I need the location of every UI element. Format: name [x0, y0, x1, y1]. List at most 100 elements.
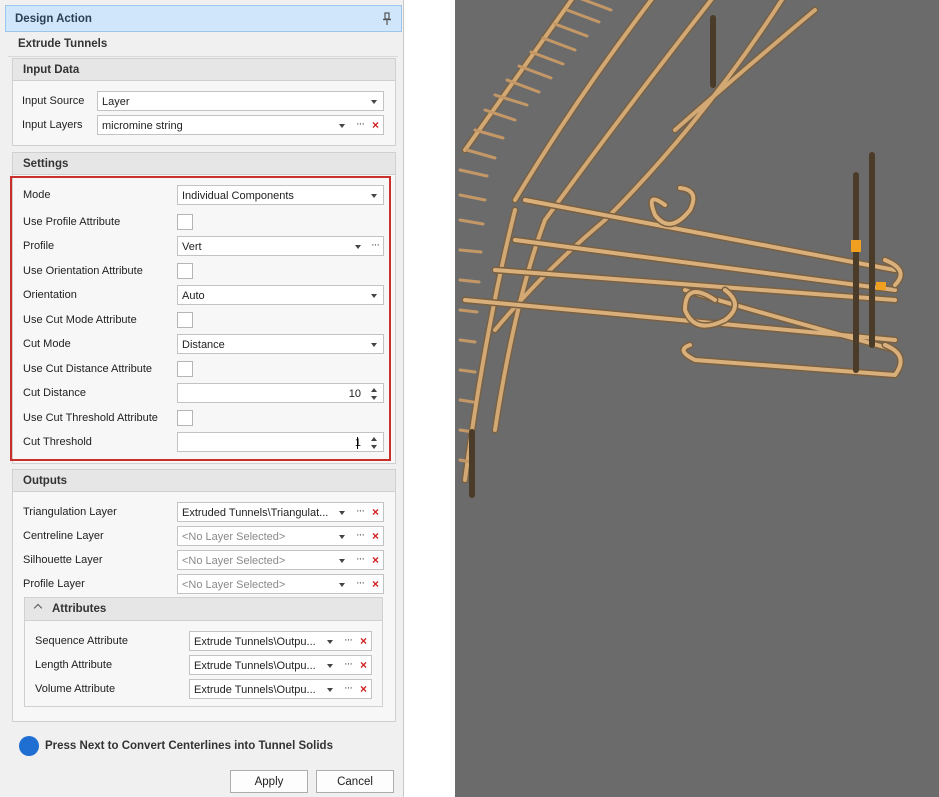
mode-select[interactable]: Individual Components: [177, 185, 384, 205]
profile-select[interactable]: Vert ···: [177, 236, 384, 256]
close-icon[interactable]: ×: [360, 658, 367, 672]
chevron-down-icon[interactable]: [339, 124, 345, 128]
text-caret: [357, 437, 358, 449]
profile-layer-row: Profile Layer <No Layer Selected> ··· ×: [12, 574, 396, 594]
ellipsis-icon[interactable]: ···: [356, 118, 365, 130]
cut-distance-value: 10: [348, 388, 361, 400]
spin-up-icon[interactable]: [371, 437, 377, 441]
panel-title: Design Action: [15, 13, 92, 25]
volume-attr-value: Extrude Tunnels\Outpu...: [194, 684, 316, 696]
input-layers-select[interactable]: micromine string ··· ×: [97, 115, 384, 135]
mode-row: Mode Individual Components: [12, 185, 396, 205]
cut-distance-label: Cut Distance: [23, 387, 86, 399]
use-cut-distance-attr-row: Use Cut Distance Attribute: [12, 359, 396, 379]
selected-marker: [876, 282, 886, 290]
input-layers-label: Input Layers: [22, 119, 83, 131]
cut-distance-row: Cut Distance 10: [12, 383, 396, 403]
input-data-header: Input Data: [13, 59, 395, 81]
chevron-down-icon[interactable]: [327, 640, 333, 644]
chevron-down-icon[interactable]: [339, 511, 345, 515]
input-source-row: Input Source Layer: [12, 91, 396, 111]
chevron-down-icon[interactable]: [371, 194, 377, 198]
triangulation-select[interactable]: Extruded Tunnels\Triangulat... ··· ×: [177, 502, 384, 522]
cut-mode-select[interactable]: Distance: [177, 334, 384, 354]
close-icon[interactable]: ×: [372, 505, 379, 519]
profile-layer-select[interactable]: <No Layer Selected> ··· ×: [177, 574, 384, 594]
silhouette-label: Silhouette Layer: [23, 554, 103, 566]
chevron-down-icon[interactable]: [371, 343, 377, 347]
input-layers-value: micromine string: [102, 120, 183, 132]
chevron-down-icon[interactable]: [327, 664, 333, 668]
cancel-button[interactable]: Cancel: [316, 770, 394, 793]
length-attr-value: Extrude Tunnels\Outpu...: [194, 660, 316, 672]
pin-icon[interactable]: [382, 12, 392, 26]
info-message: Press Next to Convert Centerlines into T…: [45, 740, 333, 752]
ellipsis-icon[interactable]: ···: [356, 529, 365, 541]
use-orientation-attr-checkbox[interactable]: [177, 263, 193, 279]
ellipsis-icon[interactable]: ···: [356, 505, 365, 517]
volume-attr-label: Volume Attribute: [35, 683, 116, 695]
use-cut-threshold-attr-row: Use Cut Threshold Attribute: [12, 408, 396, 428]
centreline-label: Centreline Layer: [23, 530, 104, 542]
close-icon[interactable]: ×: [360, 682, 367, 696]
close-icon[interactable]: ×: [372, 577, 379, 591]
chevron-down-icon[interactable]: [327, 688, 333, 692]
3d-viewport[interactable]: [455, 0, 939, 797]
chevron-down-icon[interactable]: [371, 294, 377, 298]
selected-marker: [851, 240, 861, 252]
chevron-down-icon[interactable]: [339, 535, 345, 539]
ellipsis-icon[interactable]: ···: [344, 682, 353, 694]
profile-value: Vert: [182, 241, 202, 253]
outputs-header: Outputs: [13, 470, 395, 492]
ellipsis-icon[interactable]: ···: [371, 239, 380, 251]
cut-mode-label: Cut Mode: [23, 338, 71, 350]
ellipsis-icon[interactable]: ···: [344, 634, 353, 646]
use-cut-mode-attr-label: Use Cut Mode Attribute: [23, 314, 137, 326]
use-profile-attr-row: Use Profile Attribute: [12, 212, 396, 232]
length-attr-select[interactable]: Extrude Tunnels\Outpu... ··· ×: [189, 655, 372, 675]
centreline-value: <No Layer Selected>: [182, 531, 286, 543]
spin-down-icon[interactable]: [371, 396, 377, 400]
apply-button[interactable]: Apply: [230, 770, 308, 793]
centreline-row: Centreline Layer <No Layer Selected> ···…: [12, 526, 396, 546]
silhouette-select[interactable]: <No Layer Selected> ··· ×: [177, 550, 384, 570]
orientation-select[interactable]: Auto: [177, 285, 384, 305]
centreline-select[interactable]: <No Layer Selected> ··· ×: [177, 526, 384, 546]
profile-row: Profile Vert ···: [12, 236, 396, 256]
sequence-attr-label: Sequence Attribute: [35, 635, 128, 647]
close-icon[interactable]: ×: [360, 634, 367, 648]
chevron-down-icon[interactable]: [339, 559, 345, 563]
spin-up-icon[interactable]: [371, 388, 377, 392]
use-profile-attr-label: Use Profile Attribute: [23, 216, 121, 228]
profile-layer-value: <No Layer Selected>: [182, 579, 286, 591]
use-cut-threshold-attr-checkbox[interactable]: [177, 410, 193, 426]
ellipsis-icon[interactable]: ···: [344, 658, 353, 670]
attributes-header[interactable]: Attributes: [25, 598, 382, 621]
close-icon[interactable]: ×: [372, 529, 379, 543]
chevron-down-icon[interactable]: [355, 245, 361, 249]
attributes-title: Attributes: [52, 603, 107, 615]
close-icon[interactable]: ×: [372, 118, 379, 132]
chevron-down-icon[interactable]: [371, 100, 377, 104]
profile-layer-label: Profile Layer: [23, 578, 85, 590]
volume-attr-select[interactable]: Extrude Tunnels\Outpu... ··· ×: [189, 679, 372, 699]
ellipsis-icon[interactable]: ···: [356, 577, 365, 589]
triangulation-row: Triangulation Layer Extruded Tunnels\Tri…: [12, 502, 396, 522]
silhouette-row: Silhouette Layer <No Layer Selected> ···…: [12, 550, 396, 570]
chevron-up-icon[interactable]: [33, 603, 43, 613]
use-profile-attr-checkbox[interactable]: [177, 214, 193, 230]
use-cut-distance-attr-checkbox[interactable]: [177, 361, 193, 377]
chevron-down-icon[interactable]: [339, 583, 345, 587]
ellipsis-icon[interactable]: ···: [356, 553, 365, 565]
input-source-select[interactable]: Layer: [97, 91, 384, 111]
close-icon[interactable]: ×: [372, 553, 379, 567]
cut-threshold-label: Cut Threshold: [23, 436, 92, 448]
use-cut-distance-attr-label: Use Cut Distance Attribute: [23, 363, 153, 375]
sequence-attr-select[interactable]: Extrude Tunnels\Outpu... ··· ×: [189, 631, 372, 651]
spin-down-icon[interactable]: [371, 445, 377, 449]
cut-mode-value: Distance: [182, 339, 225, 351]
settings-header: Settings: [13, 153, 395, 175]
cut-distance-input[interactable]: 10: [177, 383, 384, 403]
cut-threshold-input[interactable]: 1: [177, 432, 384, 452]
use-cut-mode-attr-checkbox[interactable]: [177, 312, 193, 328]
